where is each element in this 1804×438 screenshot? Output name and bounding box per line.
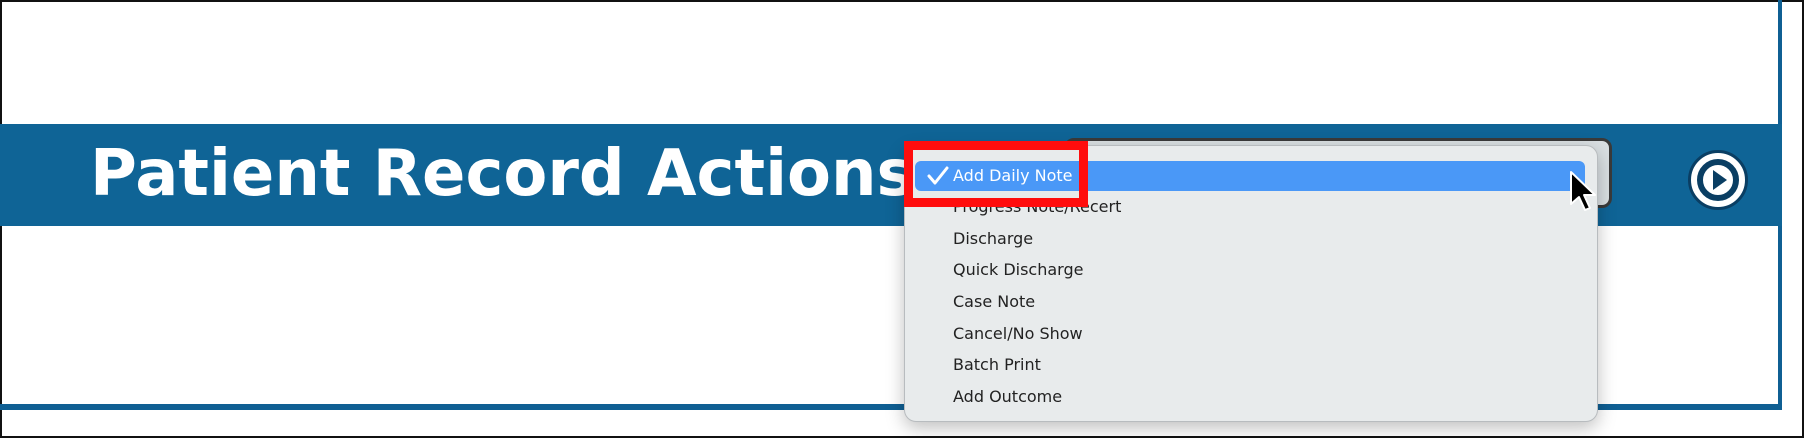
menu-item-label: Add Daily Note — [953, 166, 1073, 185]
menu-item-label: Quick Discharge — [953, 260, 1084, 279]
menu-item-label: Progress Note/Recert — [953, 197, 1122, 216]
play-circle-icon — [1697, 159, 1739, 201]
menu-item-discharge[interactable]: Discharge — [915, 224, 1585, 254]
menu-item-add-outcome[interactable]: Add Outcome — [915, 382, 1585, 412]
menu-item-case-note[interactable]: Case Note — [915, 287, 1585, 317]
menu-item-label: Case Note — [953, 292, 1036, 311]
menu-item-label: Discharge — [953, 229, 1034, 248]
menu-item-cancel-no-show[interactable]: Cancel/No Show — [915, 319, 1585, 349]
actions-dropdown-menu: Add Daily Note Progress Note/Recert Disc… — [904, 145, 1598, 422]
menu-item-batch-print[interactable]: Batch Print — [915, 350, 1585, 380]
menu-item-add-daily-note[interactable]: Add Daily Note — [915, 161, 1585, 191]
menu-item-label: Batch Print — [953, 355, 1041, 374]
menu-item-label: Cancel/No Show — [953, 324, 1083, 343]
menu-item-quick-discharge[interactable]: Quick Discharge — [915, 255, 1585, 285]
menu-item-progress-note-recert[interactable]: Progress Note/Recert — [915, 192, 1585, 222]
mouse-pointer-icon — [1570, 171, 1596, 211]
go-button[interactable] — [1688, 150, 1748, 210]
menu-item-label: Add Outcome — [953, 387, 1063, 406]
checkmark-icon — [927, 166, 949, 185]
patient-record-actions-title: Patient Record Actions: — [90, 137, 941, 211]
